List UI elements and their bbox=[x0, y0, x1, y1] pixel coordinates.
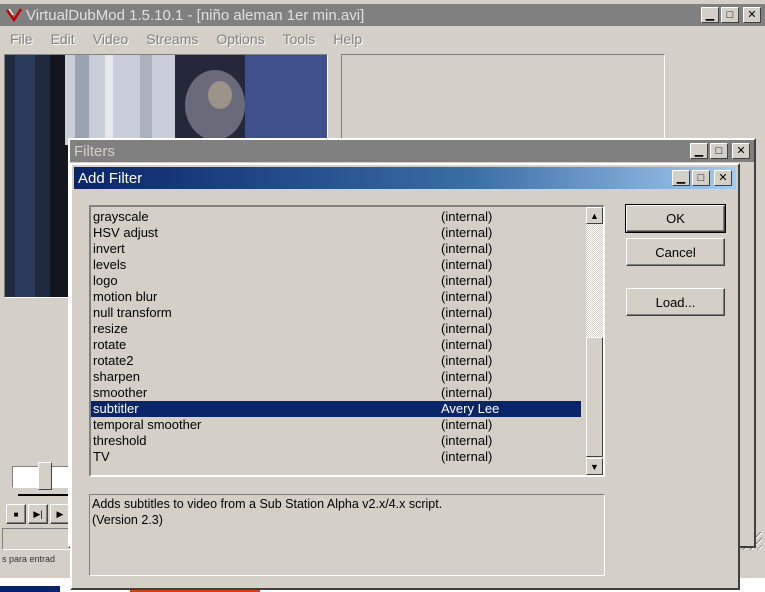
filter-name: temporal smoother bbox=[93, 417, 202, 432]
position-thumb[interactable] bbox=[38, 462, 52, 490]
filter-list-scrollbar[interactable]: ▲ ▼ bbox=[586, 207, 603, 475]
filter-author: (internal) bbox=[441, 321, 493, 336]
stop-button[interactable]: ■ bbox=[6, 504, 26, 524]
filter-list-item[interactable]: threshold (internal) bbox=[91, 433, 581, 449]
add-filter-title-bar[interactable]: Add Filter ▁ □ ✕ bbox=[74, 167, 736, 189]
filter-name: motion blur bbox=[93, 289, 158, 304]
filter-author: (internal) bbox=[441, 241, 493, 256]
filter-name: resize bbox=[93, 321, 128, 336]
load-button[interactable]: Load... bbox=[626, 288, 725, 316]
filter-list-item[interactable]: rotate2 (internal) bbox=[91, 353, 581, 369]
filter-author: (internal) bbox=[441, 289, 493, 304]
filters-window-title: Filters bbox=[74, 142, 115, 160]
filter-name: subtitler bbox=[93, 401, 139, 416]
close-icon[interactable]: ✕ bbox=[732, 143, 750, 159]
main-window-title: VirtualDubMod 1.5.10.1 - [niño aleman 1e… bbox=[26, 6, 365, 24]
menu-tools[interactable]: Tools bbox=[273, 31, 324, 47]
close-icon[interactable]: ✕ bbox=[714, 170, 732, 186]
menu-edit[interactable]: Edit bbox=[41, 31, 83, 47]
add-filter-dialog: Add Filter ▁ □ ✕ grayscale (internal) HSV … bbox=[70, 163, 740, 590]
scroll-thumb[interactable] bbox=[586, 337, 603, 457]
filter-name: null transform bbox=[93, 305, 172, 320]
main-menu-bar: File Edit Video Streams Options Tools He… bbox=[0, 28, 370, 50]
filter-name: threshold bbox=[93, 433, 147, 448]
description-line-2: (Version 2.3) bbox=[92, 513, 163, 527]
filter-rows: grayscale (internal) HSV adjust (internal) i… bbox=[91, 209, 585, 473]
cancel-button[interactable]: Cancel bbox=[626, 238, 725, 266]
filters-title-bar[interactable]: Filters ▁ □ ✕ bbox=[70, 140, 754, 162]
filter-list-item[interactable]: TV (internal) bbox=[91, 449, 581, 465]
play-output-button[interactable]: ▶ bbox=[50, 504, 70, 524]
status-strip: s para entrad bbox=[0, 552, 72, 576]
filter-list-item[interactable]: null transform (internal) bbox=[91, 305, 581, 321]
filter-name: rotate2 bbox=[93, 353, 134, 368]
filter-name: TV bbox=[93, 449, 110, 464]
scroll-up-icon[interactable]: ▲ bbox=[586, 207, 603, 224]
add-filter-title: Add Filter bbox=[78, 169, 143, 187]
minimize-icon[interactable]: ▁ bbox=[672, 170, 690, 186]
filter-author: (internal) bbox=[441, 417, 493, 432]
filter-author: (internal) bbox=[441, 209, 493, 224]
filter-author: (internal) bbox=[441, 305, 493, 320]
maximize-icon[interactable]: □ bbox=[692, 170, 710, 186]
filter-list-item[interactable]: resize (internal) bbox=[91, 321, 581, 337]
filter-author: (internal) bbox=[441, 449, 493, 464]
filter-list[interactable]: grayscale (internal) HSV adjust (internal) i… bbox=[89, 205, 605, 477]
maximize-icon[interactable]: □ bbox=[710, 143, 728, 159]
filter-author: (internal) bbox=[441, 433, 493, 448]
filter-list-item[interactable]: temporal smoother (internal) bbox=[91, 417, 581, 433]
status-text: s para entrad bbox=[2, 554, 56, 564]
filter-list-item[interactable]: levels (internal) bbox=[91, 257, 581, 273]
filter-name: logo bbox=[93, 273, 118, 288]
status-bar bbox=[2, 528, 72, 550]
menu-options[interactable]: Options bbox=[206, 31, 272, 47]
filter-author: (internal) bbox=[441, 337, 493, 352]
filter-name: sharpen bbox=[93, 369, 140, 384]
filter-name: invert bbox=[93, 241, 125, 256]
filter-list-item[interactable]: rotate (internal) bbox=[91, 337, 581, 353]
menu-file[interactable]: File bbox=[0, 31, 41, 47]
filter-list-item[interactable]: motion blur (internal) bbox=[91, 289, 581, 305]
filter-list-item[interactable]: logo (internal) bbox=[91, 273, 581, 289]
filter-name: smoother bbox=[93, 385, 148, 400]
description-line-1: Adds subtitles to video from a Sub Stati… bbox=[92, 497, 443, 511]
menu-streams[interactable]: Streams bbox=[136, 31, 206, 47]
filter-list-item[interactable]: HSV adjust (internal) bbox=[91, 225, 581, 241]
minimize-icon[interactable]: ▁ bbox=[690, 143, 708, 159]
filter-name: grayscale bbox=[93, 209, 149, 224]
filter-author: (internal) bbox=[441, 273, 493, 288]
timeline-line bbox=[18, 494, 72, 496]
filter-description-box: Adds subtitles to video from a Sub Stati… bbox=[89, 494, 605, 576]
close-icon[interactable]: ✕ bbox=[743, 7, 761, 23]
menu-video[interactable]: Video bbox=[83, 31, 137, 47]
filter-author: Avery Lee bbox=[441, 401, 500, 416]
filter-author: (internal) bbox=[441, 225, 493, 240]
maximize-icon[interactable]: □ bbox=[721, 7, 739, 23]
play-input-button[interactable]: ▶| bbox=[28, 504, 48, 524]
filter-name: rotate bbox=[93, 337, 127, 352]
minimize-icon[interactable]: ▁ bbox=[701, 7, 719, 23]
filter-author: (internal) bbox=[441, 369, 493, 384]
filter-list-item[interactable]: subtitler Avery Lee bbox=[91, 401, 581, 417]
filter-author: (internal) bbox=[441, 353, 493, 368]
filter-name: HSV adjust bbox=[93, 225, 159, 240]
filter-list-item[interactable]: sharpen (internal) bbox=[91, 369, 581, 385]
scroll-down-icon[interactable]: ▼ bbox=[586, 458, 603, 475]
filter-list-item[interactable]: smoother (internal) bbox=[91, 385, 581, 401]
menu-help[interactable]: Help bbox=[323, 31, 370, 47]
filter-list-item[interactable]: grayscale (internal) bbox=[91, 209, 581, 225]
filter-list-item[interactable]: invert (internal) bbox=[91, 241, 581, 257]
filter-name: levels bbox=[93, 257, 127, 272]
ok-button[interactable]: OK bbox=[625, 204, 726, 233]
main-title-bar[interactable]: VirtualDubMod 1.5.10.1 - [niño aleman 1e… bbox=[0, 4, 765, 26]
filter-author: (internal) bbox=[441, 257, 493, 272]
filter-author: (internal) bbox=[441, 385, 493, 400]
output-video-pane bbox=[341, 54, 665, 144]
virtualdub-icon bbox=[5, 8, 23, 23]
